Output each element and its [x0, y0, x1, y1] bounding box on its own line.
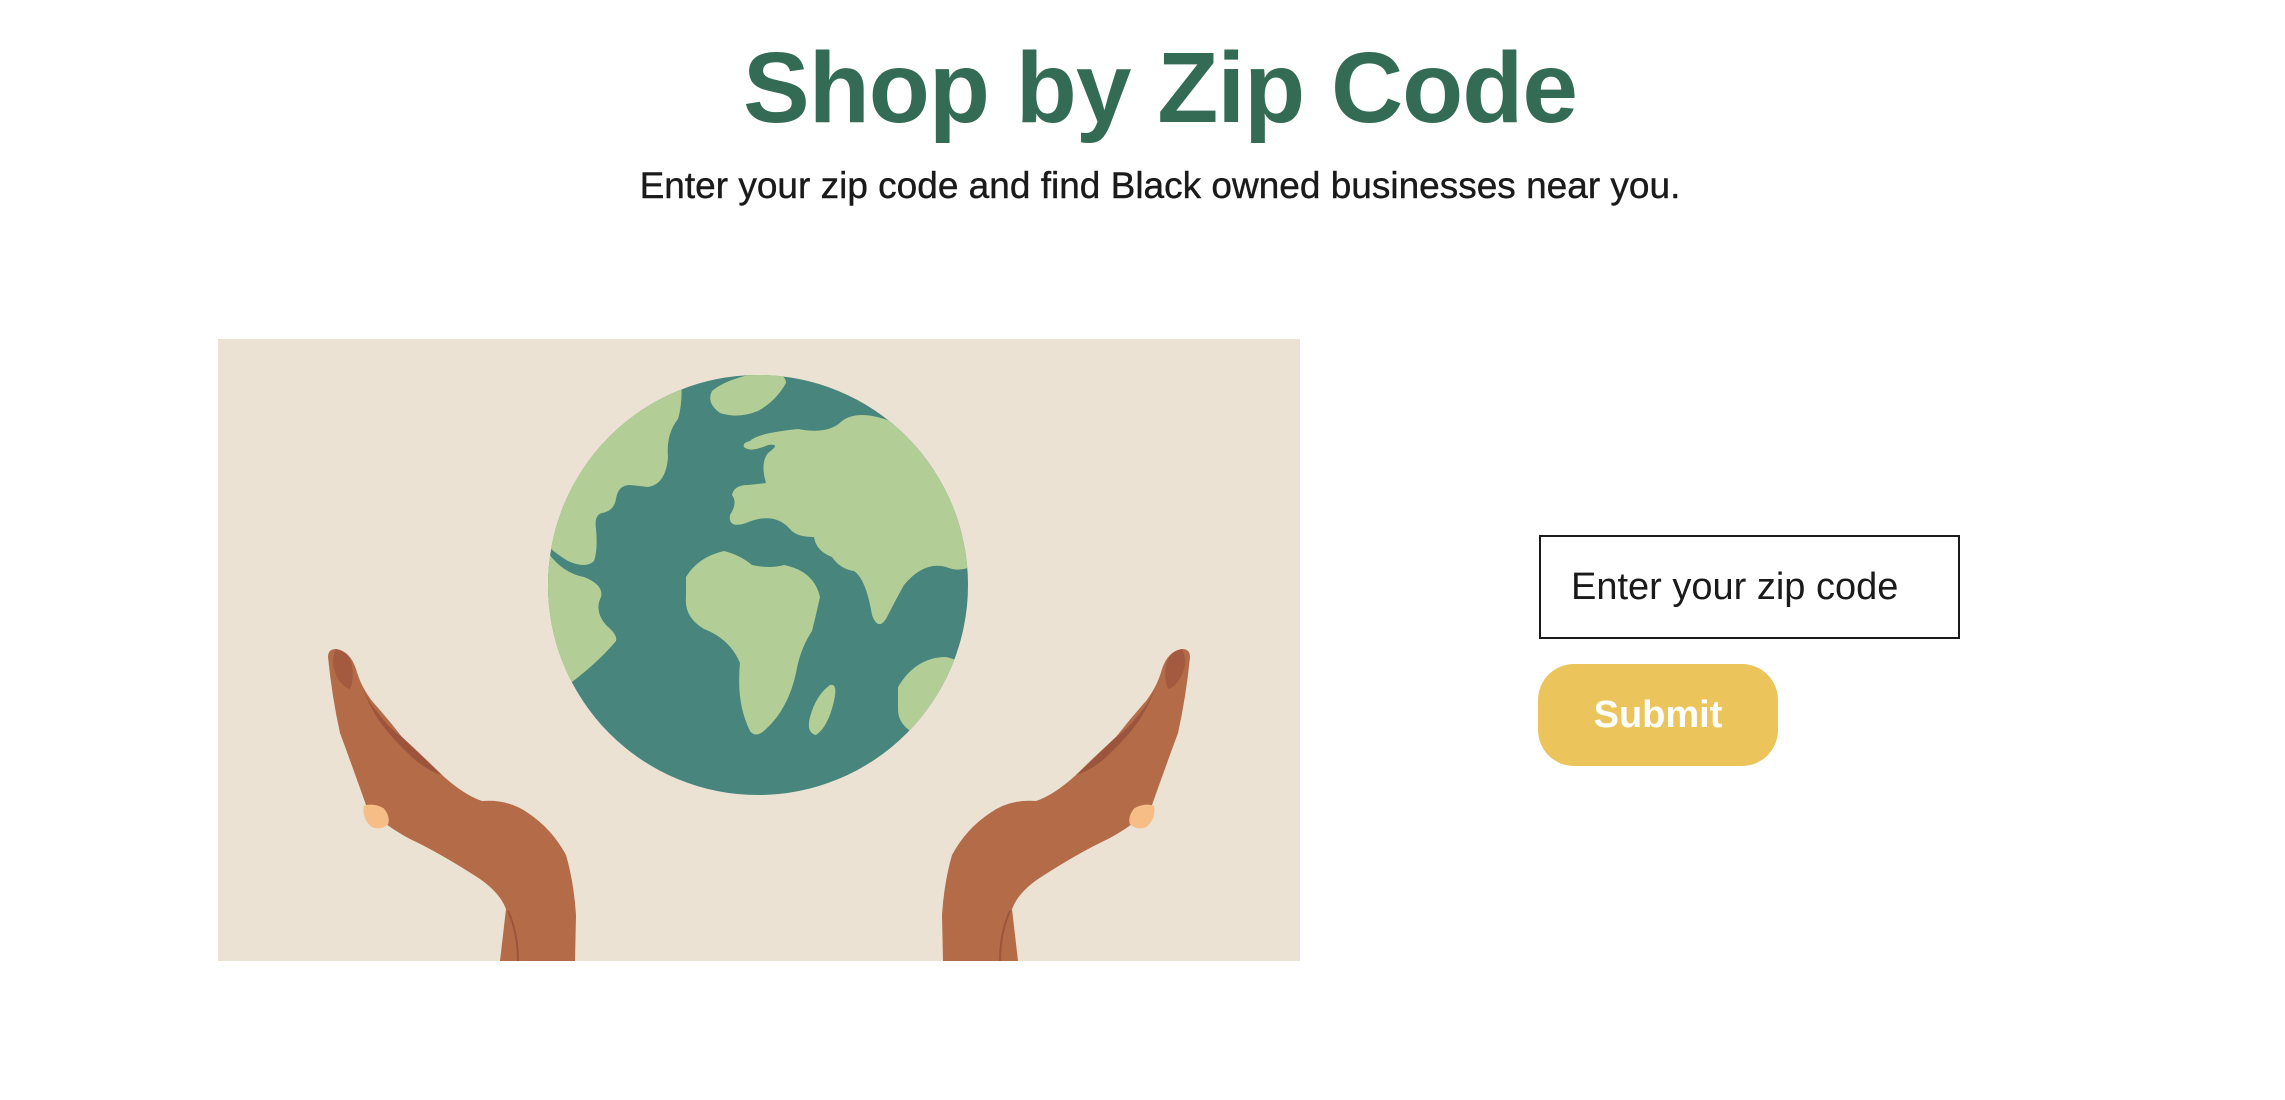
page-subtitle: Enter your zip code and find Black owned… [639, 165, 1681, 206]
right-hand-icon [942, 649, 1190, 961]
page: Shop by Zip Code Enter your zip code and… [0, 0, 2285, 1100]
zip-code-input[interactable] [1539, 535, 1960, 639]
globe-icon [548, 375, 968, 795]
page-title: Shop by Zip Code [743, 32, 1578, 144]
submit-button[interactable]: Submit [1538, 664, 1778, 766]
left-hand-icon [328, 649, 576, 961]
globe-in-hands-illustration [218, 339, 1300, 961]
